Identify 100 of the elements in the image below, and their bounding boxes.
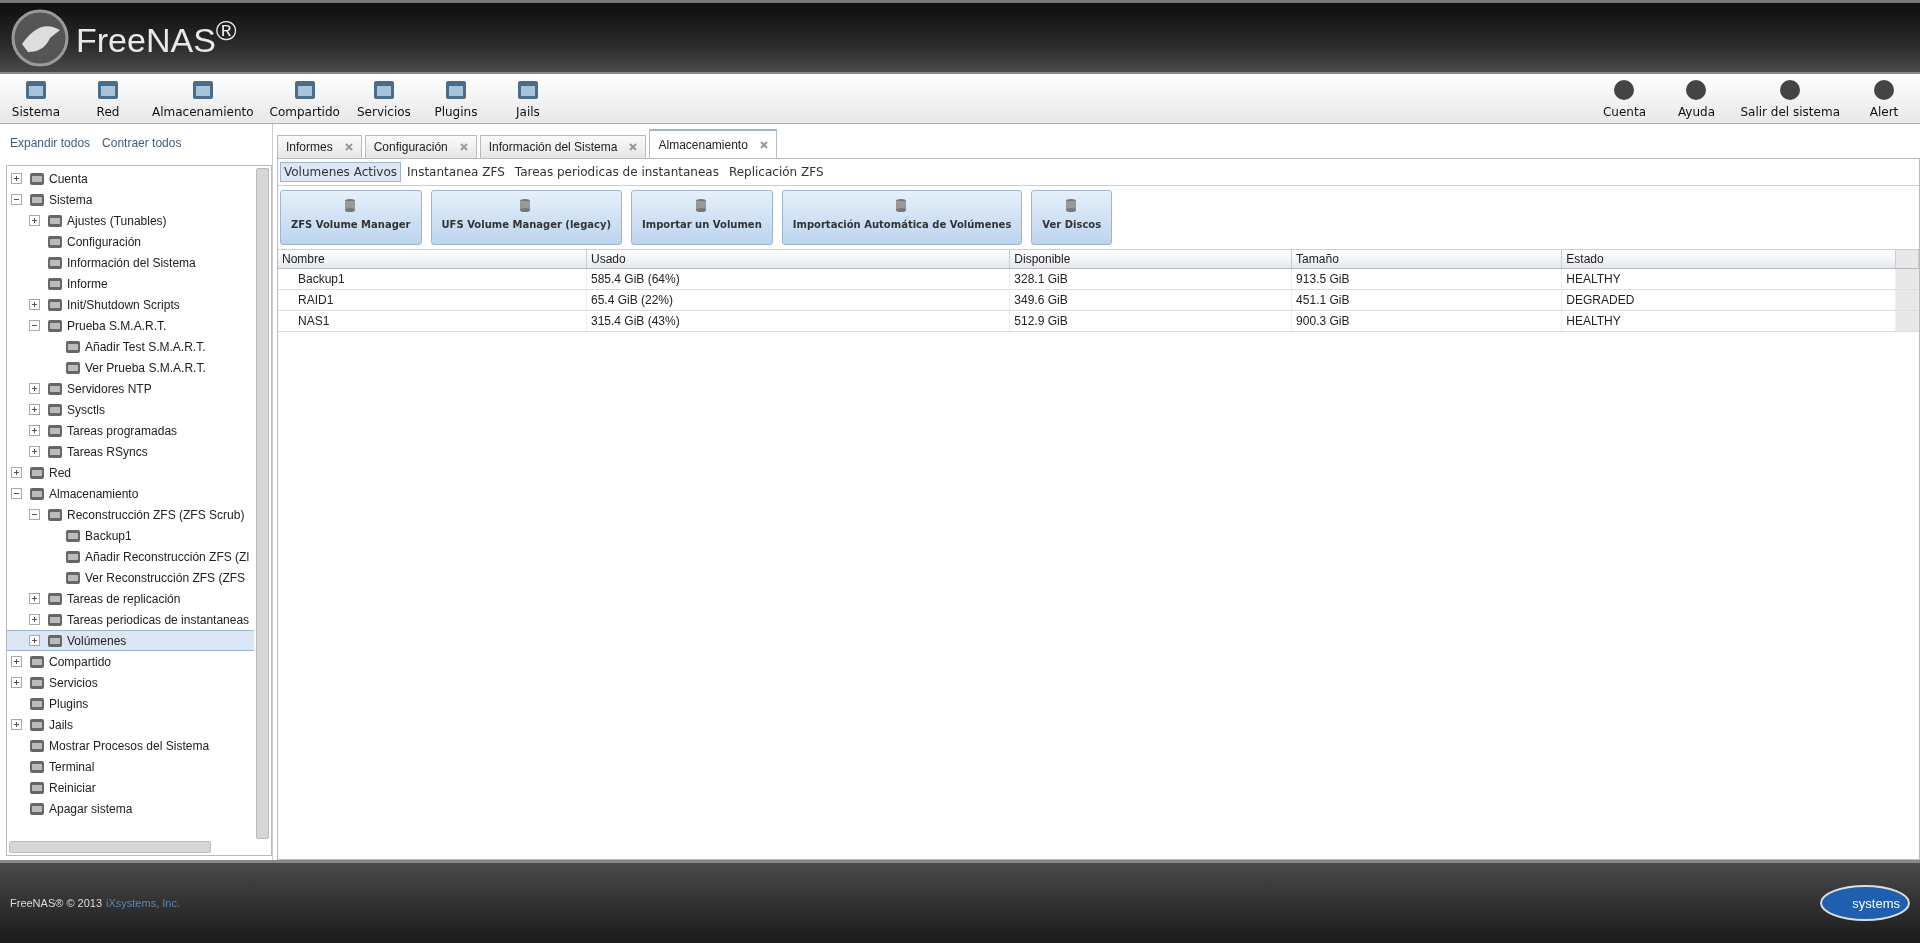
tree-item[interactable]: Tareas periodicas de instantaneas	[7, 609, 254, 630]
tab[interactable]: Almacenamiento	[649, 129, 777, 158]
expander-icon[interactable]	[29, 404, 40, 415]
expander-icon[interactable]	[11, 488, 22, 499]
tree-item[interactable]: Jails	[7, 714, 254, 735]
expander-icon[interactable]	[11, 719, 22, 730]
toolbar-button[interactable]: Sistema	[0, 74, 72, 123]
toolbar-button[interactable]: Servicios	[347, 74, 420, 123]
column-header[interactable]: Estado	[1561, 250, 1896, 269]
tree-item-icon	[47, 254, 63, 271]
table-cell: 65.4 GiB (22%)	[586, 289, 1010, 311]
tree-item[interactable]: Añadir Reconstrucción ZFS (Zl	[7, 546, 254, 567]
tree-item[interactable]: Plugins	[7, 693, 254, 714]
subtab[interactable]: Replicación ZFS	[724, 162, 828, 182]
tab-label[interactable]: Información del Sistema	[488, 140, 618, 154]
toolbar-button[interactable]: Jails	[491, 74, 564, 123]
expander-icon[interactable]	[29, 614, 40, 625]
tree-item[interactable]: Sistema	[7, 189, 254, 210]
tree-item[interactable]: Mostrar Procesos del Sistema	[7, 735, 254, 756]
sidebar-link[interactable]: Expandir todos	[10, 136, 91, 150]
toolbar-button[interactable]: Alert	[1848, 74, 1920, 123]
tree-item-icon	[65, 569, 81, 586]
expander-icon[interactable]	[11, 194, 22, 205]
scrollbar[interactable]	[256, 168, 269, 839]
expander-icon[interactable]	[29, 446, 40, 457]
tree-item[interactable]: Red	[7, 462, 254, 483]
close-icon[interactable]	[759, 141, 768, 149]
tree-item[interactable]: Informe	[7, 273, 254, 294]
tree-item[interactable]: Backup1	[7, 525, 254, 546]
tree-item-icon	[29, 737, 45, 754]
scrollbar[interactable]	[9, 841, 211, 853]
expander-icon[interactable]	[29, 383, 40, 394]
logo-text: FreeNAS$^{®}$	[76, 14, 237, 61]
tree-item-icon	[29, 779, 45, 796]
sidebar-link[interactable]: Contraer todos	[102, 136, 182, 150]
tree-item[interactable]: Reiniciar	[7, 777, 254, 798]
toolbar-button[interactable]: Plugins	[419, 74, 492, 123]
expander-icon[interactable]	[29, 635, 40, 646]
expander-icon[interactable]	[29, 320, 40, 331]
expander-icon[interactable]	[29, 425, 40, 436]
action-button[interactable]: UFS Volume Manager (legacy)	[430, 190, 623, 245]
expander-icon[interactable]	[29, 509, 40, 520]
close-icon[interactable]	[344, 143, 353, 151]
tree-item[interactable]: Prueba S.M.A.R.T.	[7, 315, 254, 336]
tree-item[interactable]: Sysctls	[7, 399, 254, 420]
expander-icon[interactable]	[29, 593, 40, 604]
subtab[interactable]: Volumenes Activos	[280, 162, 401, 182]
tree-item[interactable]: Cuenta	[7, 168, 254, 189]
column-header[interactable]: Tamaño	[1291, 250, 1562, 269]
table-cell: HEALTHY	[1561, 268, 1896, 290]
tab[interactable]: Informes	[277, 135, 362, 158]
column-header[interactable]: Usado	[586, 250, 1010, 269]
table-cell: HEALTHY	[1561, 310, 1896, 332]
tree-item[interactable]: Terminal	[7, 756, 254, 777]
column-header[interactable]: Nombre	[278, 250, 587, 269]
close-icon[interactable]	[629, 143, 638, 151]
tree-item[interactable]: Añadir Test S.M.A.R.T.	[7, 336, 254, 357]
tab-label[interactable]: Informes	[286, 140, 333, 154]
close-icon[interactable]	[459, 143, 468, 151]
expander-icon[interactable]	[29, 299, 40, 310]
tree-item-icon	[65, 338, 81, 355]
toolbar-button[interactable]: Ayuda	[1660, 74, 1733, 123]
tree-item[interactable]: Tareas RSyncs	[7, 441, 254, 462]
column-header[interactable]: Disponible	[1009, 250, 1292, 269]
tree-item[interactable]: Reconstrucción ZFS (ZFS Scrub)	[7, 504, 254, 525]
toolbar-button[interactable]: Compartido	[261, 74, 348, 123]
tree-item[interactable]: Volúmenes	[7, 630, 254, 651]
tree-item[interactable]: Init/Shutdown Scripts	[7, 294, 254, 315]
subtab[interactable]: Instantanea ZFS	[403, 162, 509, 182]
toolbar-button[interactable]: Salir del sistema	[1732, 74, 1848, 123]
tree-item[interactable]: Servidores NTP	[7, 378, 254, 399]
tree-item[interactable]: Tareas programadas	[7, 420, 254, 441]
tree-item[interactable]: Ajustes (Tunables)	[7, 210, 254, 231]
tree-item[interactable]: Tareas de replicación	[7, 588, 254, 609]
tree-item[interactable]: Configuración	[7, 231, 254, 252]
action-button[interactable]: Importar un Volumen	[631, 190, 773, 245]
tree-item[interactable]: Almacenamiento	[7, 483, 254, 504]
tab-label[interactable]: Configuración	[373, 140, 448, 154]
expander-icon[interactable]	[11, 677, 22, 688]
toolbar-button[interactable]: Almacenamiento	[144, 74, 262, 123]
tree-item[interactable]: Ver Reconstrucción ZFS (ZFS	[7, 567, 254, 588]
tree-item[interactable]: Compartido	[7, 651, 254, 672]
tab[interactable]: Configuración	[364, 135, 477, 158]
toolbar-button[interactable]: Red	[72, 74, 144, 123]
tab[interactable]: Información del Sistema	[479, 135, 647, 158]
expander-icon[interactable]	[29, 215, 40, 226]
action-button[interactable]: Ver Discos	[1031, 190, 1113, 245]
tree-item[interactable]: Ver Prueba S.M.A.R.T.	[7, 357, 254, 378]
tree-item[interactable]: Apagar sistema	[7, 798, 254, 819]
expander-icon[interactable]	[11, 467, 22, 478]
tree-item[interactable]: Información del Sistema	[7, 252, 254, 273]
action-button[interactable]: Importación Automática de Volúmenes	[781, 190, 1023, 245]
expander-icon[interactable]	[11, 173, 22, 184]
expander-icon[interactable]	[11, 656, 22, 667]
action-button[interactable]: ZFS Volume Manager	[280, 190, 422, 245]
tree-item-icon	[47, 611, 63, 628]
subtab[interactable]: Tareas periodicas de instantaneas	[510, 162, 723, 182]
toolbar-button[interactable]: Cuenta	[1588, 74, 1661, 123]
tab-label[interactable]: Almacenamiento	[658, 138, 748, 152]
tree-item[interactable]: Servicios	[7, 672, 254, 693]
